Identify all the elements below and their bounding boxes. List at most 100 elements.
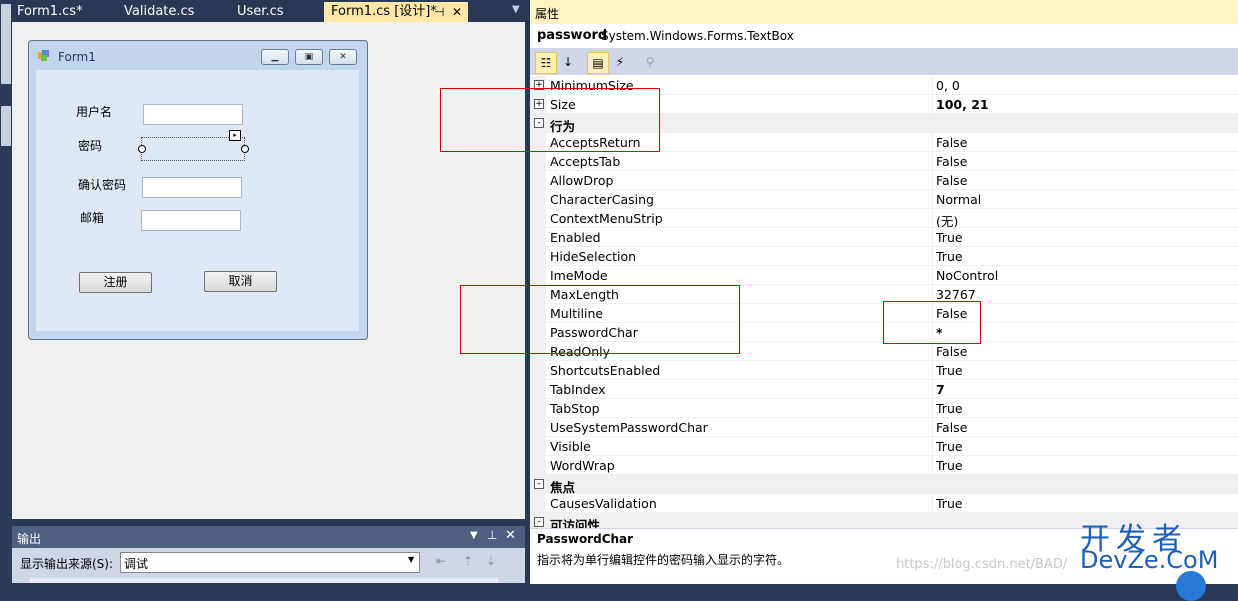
register-button[interactable]: 注册 <box>79 272 152 293</box>
tab-form1-cs[interactable]: Form1.cs* <box>17 2 83 22</box>
property-row[interactable]: AcceptsTab False <box>530 152 1238 171</box>
tab-validate-cs[interactable]: Validate.cs <box>124 2 194 22</box>
property-row[interactable]: Visible True <box>530 437 1238 456</box>
property-value[interactable]: False <box>936 420 967 435</box>
output-panel-titlebar <box>12 526 525 548</box>
properties-header <box>530 0 1238 24</box>
property-value[interactable]: True <box>936 230 963 245</box>
object-type: System.Windows.Forms.TextBox <box>601 29 794 43</box>
row-gutter <box>530 456 546 475</box>
description-title: PasswordChar <box>537 532 634 546</box>
form-icon <box>38 50 49 61</box>
property-value[interactable]: 100, 21 <box>936 97 989 112</box>
row-gutter <box>530 418 546 437</box>
column-divider <box>932 247 933 266</box>
property-value[interactable]: False <box>936 344 967 359</box>
server-explorer-tab[interactable] <box>1 4 11 84</box>
minimize-icon[interactable]: ▁ <box>261 49 289 65</box>
property-pages-icon[interactable]: ⚲ <box>640 52 660 72</box>
maximize-icon[interactable]: ▣ <box>295 49 323 65</box>
smart-tag-icon[interactable]: ▸ <box>229 130 241 141</box>
tab-form1-designer[interactable]: Form1.cs [设计]* <box>331 2 437 22</box>
property-value[interactable]: True <box>936 401 963 416</box>
categorized-icon[interactable]: ☷ <box>535 52 557 74</box>
properties-icon[interactable]: ▤ <box>587 52 609 74</box>
alphabetical-icon[interactable]: ↓ <box>558 52 578 72</box>
property-value[interactable]: Normal <box>936 192 981 207</box>
object-name: password <box>537 28 608 43</box>
collapse-icon[interactable]: - <box>534 479 544 489</box>
resize-handle-left[interactable] <box>138 145 146 153</box>
output-close-icon[interactable]: ✕ <box>505 528 516 543</box>
property-row[interactable]: CharacterCasing Normal <box>530 190 1238 209</box>
toolbox-strip[interactable] <box>0 0 12 583</box>
property-row[interactable]: CausesValidation True <box>530 494 1238 513</box>
column-divider <box>932 209 933 228</box>
output-scrollbar[interactable] <box>30 578 498 583</box>
property-row[interactable]: AllowDrop False <box>530 171 1238 190</box>
properties-toolbar <box>530 48 1238 75</box>
tab-dropdown-icon[interactable]: ▼ <box>512 4 520 15</box>
prev-message-icon[interactable]: ⇡ <box>463 554 473 568</box>
output-dropdown-icon[interactable]: ▼ <box>470 530 478 541</box>
row-gutter <box>530 494 546 513</box>
column-divider <box>932 95 933 114</box>
output-source-label: 显示输出来源(S): <box>20 557 114 571</box>
property-name: HideSelection <box>550 249 637 264</box>
property-value[interactable]: 32767 <box>936 287 976 302</box>
resize-handle-right[interactable] <box>241 145 249 153</box>
property-value[interactable]: True <box>936 458 963 473</box>
property-name: Enabled <box>550 230 601 245</box>
property-value[interactable]: 0, 0 <box>936 78 960 93</box>
username-textbox[interactable] <box>143 104 243 125</box>
property-value[interactable]: True <box>936 363 963 378</box>
row-gutter <box>530 228 546 247</box>
property-row[interactable]: ContextMenuStrip (无) <box>530 209 1238 229</box>
column-divider <box>932 494 933 513</box>
property-value[interactable]: True <box>936 439 963 454</box>
property-value[interactable]: False <box>936 173 967 188</box>
column-divider <box>932 361 933 380</box>
property-value[interactable]: NoControl <box>936 268 998 283</box>
property-row[interactable]: TabIndex 7 <box>530 380 1238 399</box>
property-category[interactable]: - 焦点 <box>530 475 1238 495</box>
select-arrow-icon[interactable]: ▼ <box>408 555 414 564</box>
property-row[interactable]: ShortcutsEnabled True <box>530 361 1238 380</box>
output-pin-icon[interactable]: ⊥ <box>487 528 497 542</box>
property-row[interactable]: ImeMode NoControl <box>530 266 1238 285</box>
find-message-icon[interactable]: ⇤ <box>436 554 446 568</box>
column-divider <box>932 418 933 437</box>
confirm-password-textbox[interactable] <box>142 177 242 198</box>
column-divider <box>932 380 933 399</box>
property-name: 可访问性 <box>550 518 601 528</box>
row-gutter <box>530 437 546 456</box>
property-value[interactable]: False <box>936 154 967 169</box>
property-value[interactable]: False <box>936 135 967 150</box>
close-icon[interactable]: ✕ <box>452 2 462 22</box>
watermark-logo-bottom: DevZe.CoM <box>1080 546 1219 574</box>
column-divider <box>932 76 933 95</box>
property-row[interactable]: TabStop True <box>530 399 1238 418</box>
output-source-value: 调试 <box>124 557 149 571</box>
property-row[interactable]: HideSelection True <box>530 247 1238 266</box>
collapse-icon[interactable]: - <box>534 517 544 527</box>
email-textbox[interactable] <box>141 210 241 231</box>
next-message-icon[interactable]: ⇣ <box>486 554 496 568</box>
row-gutter <box>530 380 546 399</box>
output-source-select[interactable] <box>120 552 420 573</box>
property-value[interactable]: 7 <box>936 382 945 397</box>
property-value[interactable]: True <box>936 496 963 511</box>
column-divider <box>932 133 933 152</box>
property-value[interactable]: True <box>936 249 963 264</box>
toolbox-tab[interactable] <box>1 106 11 146</box>
column-divider <box>932 171 933 190</box>
property-name: CausesValidation <box>550 496 657 511</box>
property-row[interactable]: UseSystemPasswordChar False <box>530 418 1238 437</box>
pin-icon[interactable]: ⊣ <box>434 2 444 22</box>
property-row[interactable]: Enabled True <box>530 228 1238 247</box>
property-row[interactable]: WordWrap True <box>530 456 1238 475</box>
cancel-button[interactable]: 取消 <box>204 271 277 292</box>
form-close-icon[interactable]: ✕ <box>329 49 357 65</box>
tab-user-cs[interactable]: User.cs <box>237 2 284 22</box>
events-icon[interactable]: ⚡ <box>610 52 630 72</box>
